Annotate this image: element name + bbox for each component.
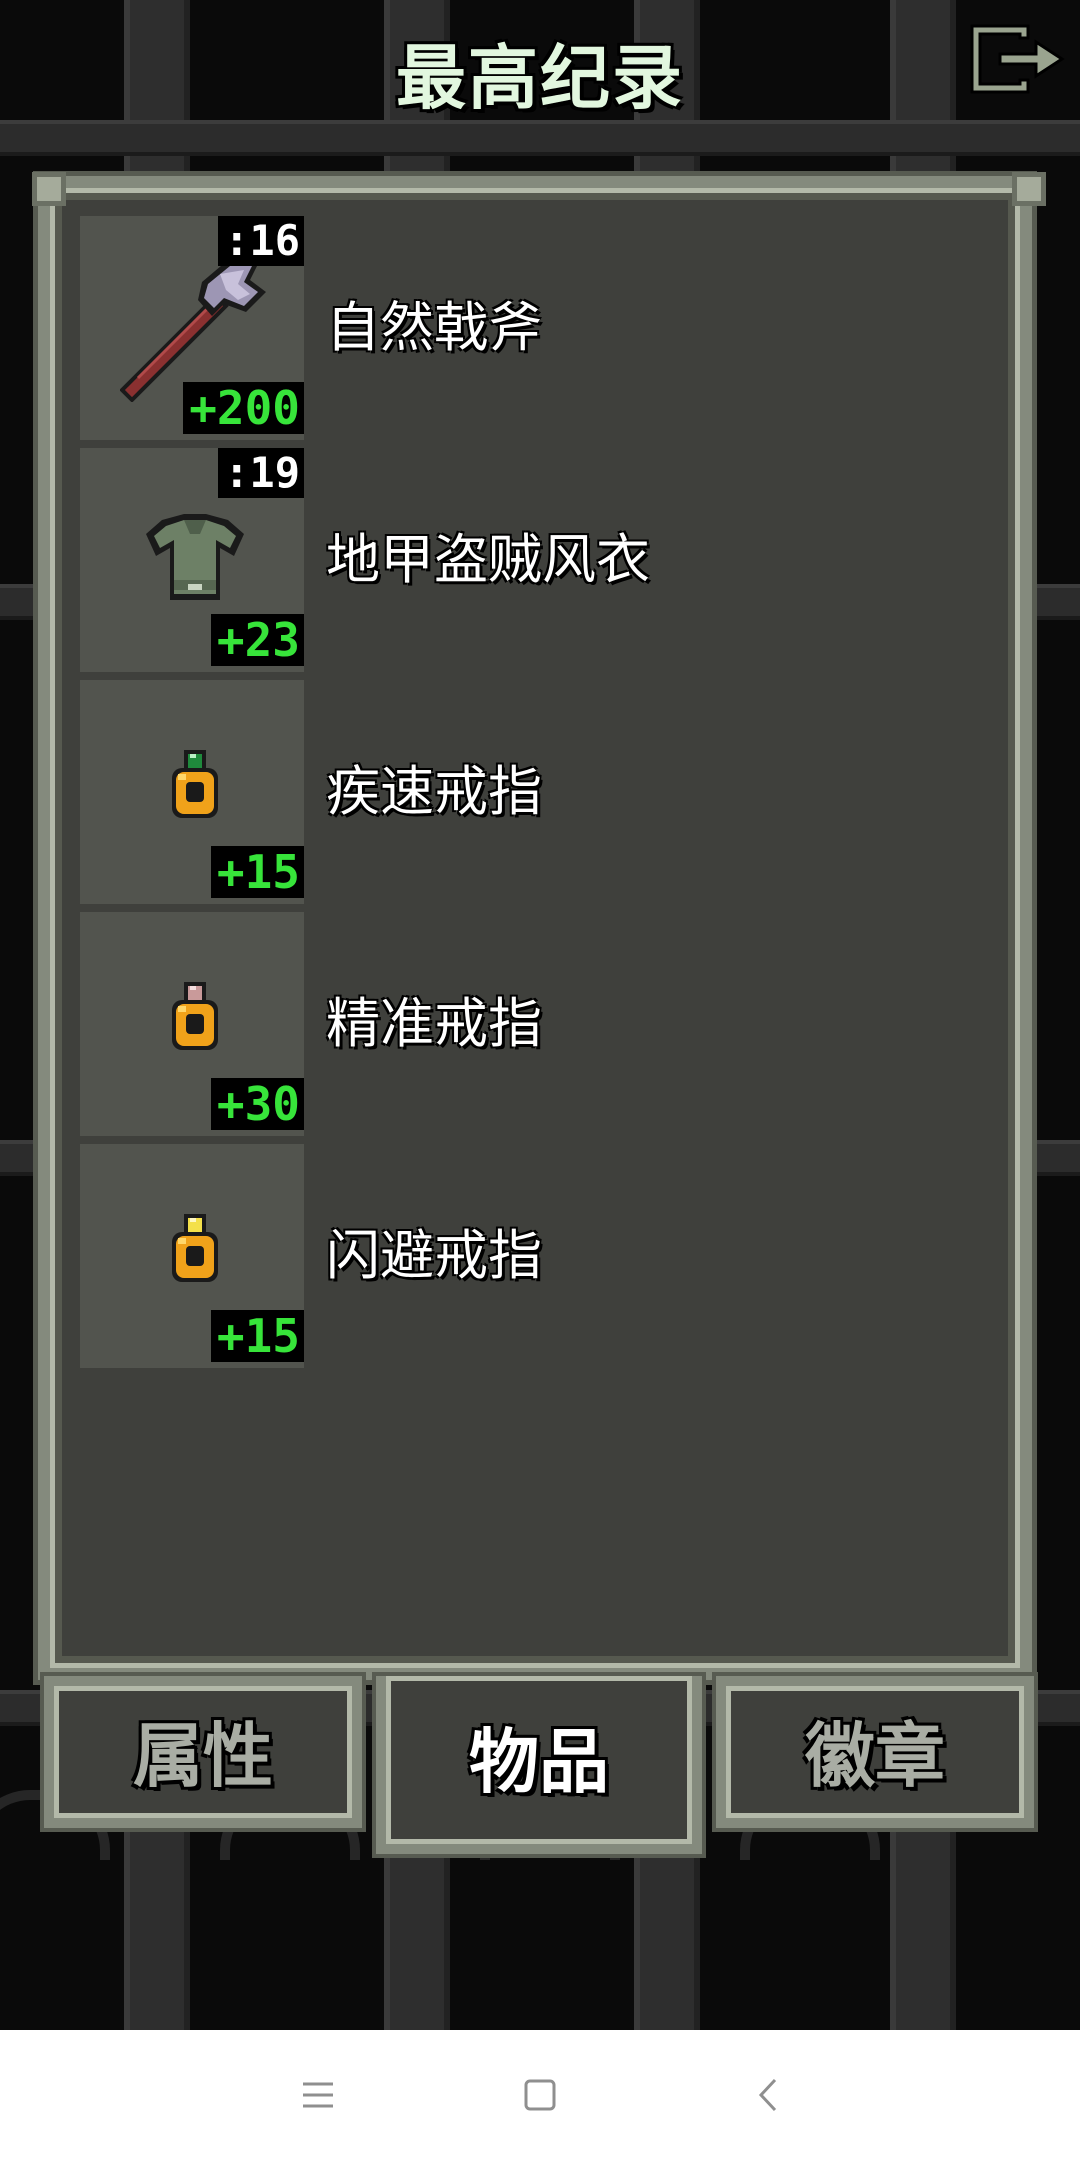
item-level: +200 [183,382,304,434]
system-nav-bar [0,2030,1080,2160]
item-level: +15 [210,1310,304,1362]
item-name: 精准戒指 [326,992,542,1055]
panel-corner [1012,172,1046,206]
menu-icon [303,2082,333,2108]
tab-label: 属性 [133,1715,273,1797]
back-button[interactable] [733,2060,803,2130]
item-name: 自然戟斧 [326,296,542,359]
item-row[interactable]: +30 精准戒指 [80,912,1000,1144]
item-slot[interactable]: +15 [80,1144,304,1368]
item-quantity: :19 [218,448,304,498]
panel-corner [32,172,66,206]
home-button[interactable] [505,2060,575,2130]
exit-button[interactable] [966,22,1070,96]
item-list: :16 +200 自然戟斧 :19 +23 地甲盗贼风衣 +15 疾速戒指 +3… [80,216,1000,1376]
item-row[interactable]: :19 +23 地甲盗贼风衣 [80,448,1000,680]
item-slot[interactable]: +30 [80,912,304,1136]
tab-badges[interactable]: 徽章 [716,1676,1034,1828]
item-name: 地甲盗贼风衣 [326,528,650,591]
halberd-icon [120,260,266,402]
ring-yellow-icon [172,1214,218,1282]
armor-icon [146,514,244,600]
item-row[interactable]: +15 闪避戒指 [80,1144,1000,1376]
tab-items[interactable]: 物品 [376,1676,702,1854]
tab-stats[interactable]: 属性 [44,1676,362,1828]
page-title: 最高纪录 [396,37,684,119]
item-slot[interactable]: +15 [80,680,304,904]
home-icon [524,2079,556,2111]
item-level: +30 [210,1078,304,1130]
tab-label: 物品 [469,1721,609,1803]
menu-button[interactable] [283,2060,353,2130]
item-level: +23 [210,614,304,666]
back-icon [758,2078,777,2112]
ring-pink-icon [172,982,218,1050]
item-quantity: :16 [218,216,304,266]
ring-emerald-icon [172,750,218,818]
item-name: 闪避戒指 [326,1224,542,1287]
tab-label: 徽章 [805,1715,945,1797]
item-row[interactable]: +15 疾速戒指 [80,680,1000,912]
item-slot[interactable]: :16 +200 [80,216,304,440]
item-row[interactable]: :16 +200 自然戟斧 [80,216,1000,448]
item-slot[interactable]: :19 +23 [80,448,304,672]
exit-icon [970,24,1065,94]
item-name: 疾速戒指 [326,760,542,823]
item-level: +15 [210,846,304,898]
